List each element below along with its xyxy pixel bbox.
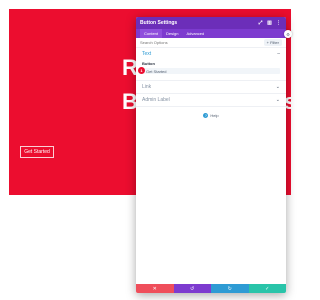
undo-icon: ↺ [190, 285, 195, 292]
modal-header: Button Settings ⤢ ▥ ⋮ [136, 17, 286, 29]
search-options-input[interactable] [140, 38, 264, 47]
floating-settings-icon[interactable]: ⚙ [284, 30, 292, 38]
help-label: Help [210, 113, 219, 118]
button-field-label: Button [142, 61, 155, 66]
admin-label-section-title: Admin Label [142, 97, 170, 103]
button-text-input[interactable]: 1 Get Started [138, 67, 280, 74]
link-section-title: Link [142, 84, 152, 90]
help-icon: ? [203, 113, 209, 118]
check-icon: ✓ [265, 285, 270, 292]
get-started-button[interactable]: Get Started [20, 146, 54, 158]
redo-button[interactable]: ↻ [211, 284, 249, 293]
chevron-down-icon: ⌄ [275, 84, 280, 90]
modal-footer: ✕ ↺ ↻ ✓ [136, 284, 286, 293]
link-section-header[interactable]: Link ⌄ [142, 81, 280, 93]
redo-icon: ↻ [227, 285, 232, 292]
tab-content[interactable]: Content [140, 29, 163, 38]
button-text-value: Get Started [146, 68, 167, 74]
filter-button[interactable]: + Filter [263, 39, 282, 46]
search-row: + Filter [136, 38, 286, 48]
undo-button[interactable]: ↺ [173, 284, 211, 293]
admin-label-section: Admin Label ⌄ [136, 94, 286, 107]
button-settings-modal: Button Settings ⤢ ▥ ⋮ Content Design Adv… [136, 17, 286, 293]
step-badge: 1 [138, 67, 145, 74]
save-button[interactable]: ✓ [248, 284, 286, 293]
minus-icon: – [277, 51, 280, 57]
text-section-header[interactable]: Text – [142, 48, 280, 60]
text-section-title: Text [142, 51, 152, 57]
help-link[interactable]: ? Help [136, 113, 286, 118]
modal-title: Button Settings [140, 20, 178, 26]
link-section: Link ⌄ [136, 81, 286, 94]
discard-button[interactable]: ✕ [136, 284, 174, 293]
chevron-down-icon: ⌄ [275, 97, 280, 103]
tab-design[interactable]: Design [162, 29, 182, 38]
expand-icon[interactable]: ⤢ [257, 20, 264, 27]
admin-label-section-header[interactable]: Admin Label ⌄ [142, 94, 280, 106]
more-icon[interactable]: ⋮ [275, 20, 282, 27]
close-icon: ✕ [152, 285, 157, 292]
modal-tabs: Content Design Advanced [136, 29, 286, 38]
text-section: Text – Button 1 Get Started [136, 48, 286, 81]
columns-icon[interactable]: ▥ [266, 20, 273, 27]
tab-advanced[interactable]: Advanced [182, 29, 208, 38]
